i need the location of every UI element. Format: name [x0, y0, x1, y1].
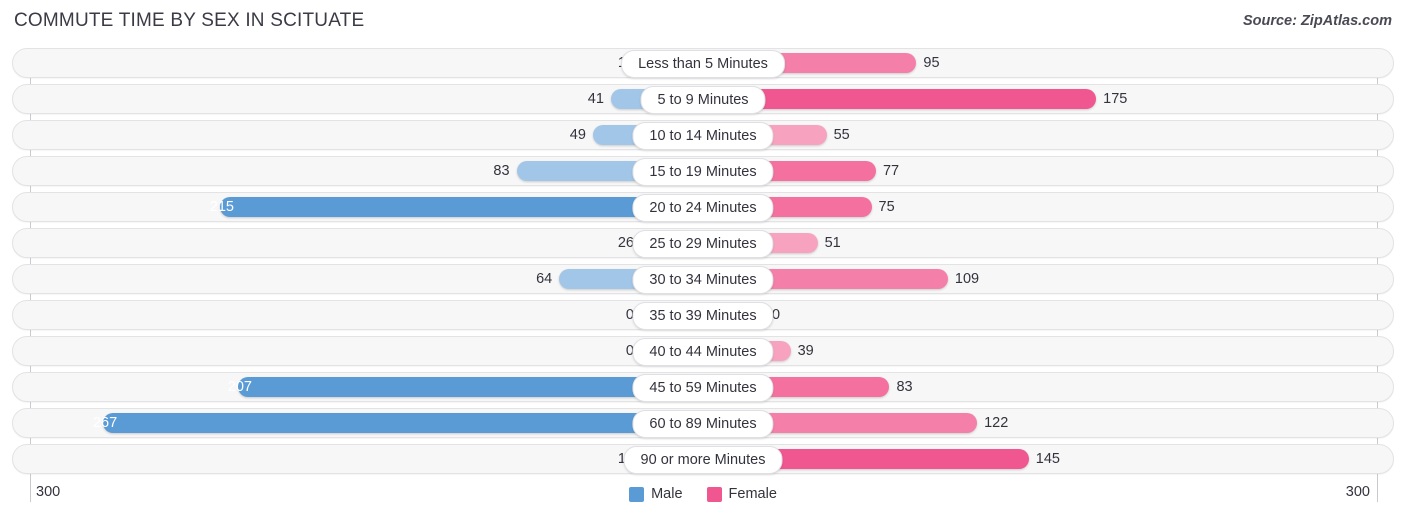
value-label-female: 77 [882, 163, 900, 179]
category-label: Less than 5 Minutes [621, 50, 785, 78]
bar-row: 26 51 25 to 29 Minutes [0, 228, 1406, 258]
bar-row: 83 77 15 to 19 Minutes [0, 156, 1406, 186]
value-label-male: 83 [493, 163, 510, 179]
value-label-female: 75 [878, 199, 895, 215]
bar-row: 64 109 30 to 34 Minutes [0, 264, 1406, 294]
category-label: 20 to 24 Minutes [632, 194, 774, 222]
bar-row: 1614590 or more Minutes [0, 444, 1406, 474]
bar-row: 207 83 45 to 59 Minutes [0, 372, 1406, 402]
category-label: 40 to 44 Minutes [632, 338, 774, 366]
category-label: 10 to 14 Minutes [632, 122, 774, 150]
value-label-female: 51 [824, 235, 841, 251]
value-label-female: 83 [896, 379, 913, 395]
bar-row: 1995Less than 5 Minutes [0, 48, 1406, 78]
legend-item-female[interactable]: Female [706, 486, 777, 502]
category-label: 25 to 29 Minutes [632, 230, 774, 258]
category-label: 90 or more Minutes [623, 446, 783, 474]
legend-swatch-female-icon [706, 486, 722, 502]
value-label-female: 175 [1103, 91, 1128, 107]
chart-footer: 300 300 Male Female [0, 484, 1406, 522]
value-label-male: 64 [536, 271, 553, 287]
bar-row: 49 55 10 to 14 Minutes [0, 120, 1406, 150]
value-label-male: 41 [587, 91, 604, 107]
value-label-male: 49 [569, 127, 586, 143]
legend: Male Female [0, 486, 1406, 502]
source-attribution: Source: ZipAtlas.com [1242, 13, 1392, 29]
chart-header: COMMUTE TIME BY SEX IN SCITUATE Source: … [0, 0, 1406, 44]
legend-item-male[interactable]: Male [629, 486, 683, 502]
category-label: 5 to 9 Minutes [640, 86, 766, 114]
value-label-male: 267 [92, 415, 118, 431]
legend-label-female: Female [728, 486, 777, 502]
value-label-male: 215 [209, 199, 234, 215]
chart-root: COMMUTE TIME BY SEX IN SCITUATE Source: … [0, 0, 1406, 522]
category-label: 60 to 89 Minutes [632, 410, 774, 438]
bar-row: 41 175 5 to 9 Minutes [0, 84, 1406, 114]
bar-row: 0 39 40 to 44 Minutes [0, 336, 1406, 366]
bar-row: 215 75 20 to 24 Minutes [0, 192, 1406, 222]
bar-rows: 1995Less than 5 Minutes411755 to 9 Minut… [0, 48, 1406, 480]
value-label-female: 55 [833, 127, 850, 143]
bar-row: 0 0 35 to 39 Minutes [0, 300, 1406, 330]
value-label-female: 145 [1035, 451, 1060, 467]
value-label-male: 207 [227, 379, 252, 395]
value-label-female: 95 [923, 55, 940, 71]
legend-label-male: Male [651, 486, 683, 502]
value-label-female: 122 [984, 415, 1009, 431]
bar-row: 267 122 60 to 89 Minutes [0, 408, 1406, 438]
page-title: COMMUTE TIME BY SEX IN SCITUATE [14, 10, 365, 31]
category-label: 35 to 39 Minutes [632, 302, 774, 330]
legend-swatch-male-icon [629, 486, 645, 502]
plot-area: 1995Less than 5 Minutes411755 to 9 Minut… [0, 48, 1406, 502]
category-label: 45 to 59 Minutes [632, 374, 774, 402]
category-label: 30 to 34 Minutes [632, 266, 774, 294]
value-label-female: 39 [797, 343, 814, 359]
bar-male[interactable] [103, 413, 703, 433]
value-label-female: 109 [954, 271, 980, 287]
category-label: 15 to 19 Minutes [632, 158, 774, 186]
bar-male[interactable] [219, 197, 703, 217]
